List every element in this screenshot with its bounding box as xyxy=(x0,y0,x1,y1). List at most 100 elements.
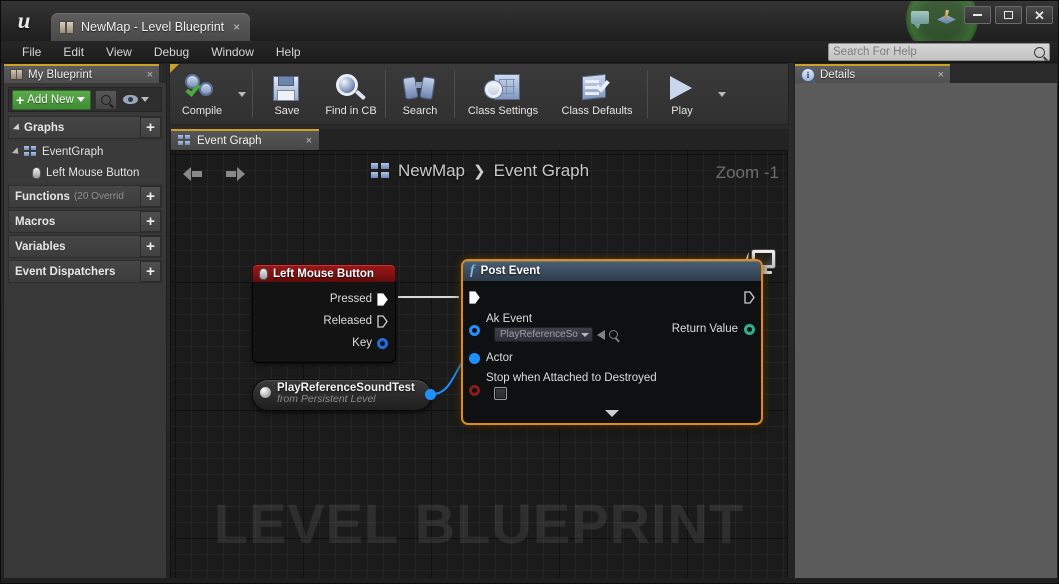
pin-label-pressed: Pressed xyxy=(329,293,372,305)
pin-row-exec[interactable] xyxy=(463,285,761,309)
maximize-icon xyxy=(1004,11,1013,19)
node-title: Post Event xyxy=(480,265,541,277)
node-post-event[interactable]: f Post Event Ak Event PlayReferenceSo Re… xyxy=(461,259,763,425)
pin-label-ak-event: Ak Event xyxy=(486,313,533,325)
browse-to-asset-icon[interactable] xyxy=(608,330,618,339)
find-in-content-browser-button[interactable]: Find in CB xyxy=(319,64,383,124)
minimize-button[interactable] xyxy=(964,6,991,24)
data-pin-ak-event[interactable] xyxy=(469,325,480,336)
tree-item-left-mouse-button[interactable]: Left Mouse Button xyxy=(8,162,162,183)
class-settings-button[interactable]: Class Settings xyxy=(457,64,549,124)
section-graphs[interactable]: Graphs + xyxy=(8,116,162,139)
chevron-down-icon xyxy=(605,409,619,417)
graph-header-bar: NewMap ❯ Event Graph Zoom -1 xyxy=(171,151,787,197)
event-graph-tab-close-icon[interactable]: × xyxy=(306,135,312,147)
compile-button[interactable]: Compile xyxy=(170,64,234,124)
tutorial-graduation-icon[interactable] xyxy=(937,10,956,25)
data-pin-stop-when-attached[interactable] xyxy=(469,385,480,396)
graph-icon xyxy=(370,163,390,179)
details-tab-close-icon[interactable]: × xyxy=(938,69,944,81)
node-collapse-button[interactable] xyxy=(463,405,761,421)
exec-pin-pressed[interactable] xyxy=(377,292,388,306)
plus-icon: + xyxy=(16,91,25,108)
my-blueprint-tab-close-icon[interactable]: × xyxy=(147,69,153,81)
play-dropdown-button[interactable] xyxy=(714,64,730,124)
tab-event-graph[interactable]: Event Graph × xyxy=(171,129,319,150)
pin-row-actor[interactable]: Actor xyxy=(463,346,761,370)
ak-event-dropdown[interactable]: PlayReferenceSo xyxy=(494,327,593,342)
tab-my-blueprint[interactable]: My Blueprint × xyxy=(4,64,159,83)
details-panel-body xyxy=(795,83,1057,580)
exec-pin-released[interactable] xyxy=(377,314,388,328)
node-left-mouse-button[interactable]: Left Mouse Button Pressed Released Key xyxy=(252,264,396,363)
pin-label-released: Released xyxy=(323,315,372,327)
document-tab-close-icon[interactable]: × xyxy=(233,21,240,33)
document-tab-newmap-level-blueprint[interactable]: NewMap - Level Blueprint × xyxy=(51,13,251,41)
maximize-button[interactable] xyxy=(995,6,1022,24)
section-variables[interactable]: Variables + xyxy=(8,235,162,258)
section-functions-label: Functions xyxy=(15,190,70,203)
data-pin-return-value[interactable] xyxy=(744,323,755,335)
my-blueprint-search-button[interactable] xyxy=(94,89,117,110)
close-icon: ✕ xyxy=(1034,7,1045,23)
menu-item-window[interactable]: Window xyxy=(200,43,265,61)
tree-item-left-mouse-button-label: Left Mouse Button xyxy=(46,166,140,179)
node-play-reference-sound-test[interactable]: PlayReferenceSoundTest from Persistent L… xyxy=(252,379,436,411)
mouse-icon xyxy=(259,267,268,280)
add-new-button[interactable]: + Add New xyxy=(12,89,91,110)
node-body: Ak Event PlayReferenceSo Return Value Ac… xyxy=(463,281,761,423)
menu-item-file[interactable]: File xyxy=(11,43,52,61)
search-button[interactable]: Search xyxy=(388,64,452,124)
compile-dropdown-button[interactable] xyxy=(234,64,250,124)
add-event-dispatcher-button[interactable]: + xyxy=(140,261,161,282)
data-pin-actor-output[interactable] xyxy=(425,389,436,400)
compile-icon xyxy=(183,73,221,103)
close-button[interactable]: ✕ xyxy=(1026,6,1053,24)
section-event-dispatchers-label: Event Dispatchers xyxy=(15,265,116,278)
ak-event-dropdown-value: PlayReferenceSo xyxy=(500,329,578,340)
add-function-button[interactable]: + xyxy=(140,186,161,207)
exec-pin-out[interactable] xyxy=(744,290,755,304)
stop-when-attached-checkbox[interactable] xyxy=(494,387,507,400)
unreal-engine-logo-icon: u xyxy=(17,8,31,33)
pin-row-stop-when-attached-to-destroyed[interactable]: Stop when Attached to Destroyed xyxy=(463,372,761,405)
breadcrumb-newmap[interactable]: NewMap xyxy=(398,161,465,181)
pin-row-ak-event[interactable]: Ak Event PlayReferenceSo Return Value xyxy=(463,313,761,342)
function-f-icon: f xyxy=(470,263,475,278)
add-graph-button[interactable]: + xyxy=(140,117,161,138)
menu-item-debug[interactable]: Debug xyxy=(143,43,200,61)
pin-label-stop-when-attached-to-destroyed: Stop when Attached to Destroyed xyxy=(486,372,657,384)
pin-row-key[interactable]: Key xyxy=(253,332,395,354)
menu-item-edit[interactable]: Edit xyxy=(52,43,95,61)
section-event-dispatchers[interactable]: Event Dispatchers + xyxy=(8,260,162,283)
my-blueprint-visibility-button[interactable] xyxy=(121,95,151,104)
exec-pin-in[interactable] xyxy=(469,290,480,304)
help-search-box[interactable] xyxy=(828,43,1050,61)
section-macros-label: Macros xyxy=(15,215,56,228)
event-graph-tab-label: Event Graph xyxy=(197,134,262,147)
use-selected-asset-icon[interactable] xyxy=(596,329,605,340)
feedback-chat-icon[interactable] xyxy=(911,11,929,29)
play-button[interactable]: Play xyxy=(650,64,714,124)
pin-row-pressed[interactable]: Pressed xyxy=(253,288,395,310)
add-variable-button[interactable]: + xyxy=(140,236,161,257)
section-macros[interactable]: Macros + xyxy=(8,210,162,233)
add-macro-button[interactable]: + xyxy=(140,211,161,232)
help-search-input[interactable] xyxy=(833,46,1034,58)
minimize-icon xyxy=(973,14,982,16)
data-pin-key[interactable] xyxy=(377,337,388,349)
breadcrumb-event-graph[interactable]: Event Graph xyxy=(494,161,589,181)
expand-arrow-icon xyxy=(11,146,22,157)
menu-item-view[interactable]: View xyxy=(95,43,143,61)
class-defaults-button[interactable]: Class Defaults xyxy=(549,64,645,124)
save-button[interactable]: Save xyxy=(255,64,319,124)
menu-item-help[interactable]: Help xyxy=(265,43,312,61)
tab-details[interactable]: i Details × xyxy=(795,64,950,83)
tree-item-eventgraph[interactable]: EventGraph xyxy=(8,141,162,162)
section-graphs-label: Graphs xyxy=(24,121,65,134)
pin-row-released[interactable]: Released xyxy=(253,310,395,332)
event-graph-canvas[interactable]: LEVEL BLUEPRINT NewMap ❯ Event Graph Zoo… xyxy=(170,150,788,580)
section-functions[interactable]: Functions (20 Overrid + xyxy=(8,185,162,208)
actor-reference-icon xyxy=(260,387,271,398)
data-pin-actor[interactable] xyxy=(469,352,480,364)
